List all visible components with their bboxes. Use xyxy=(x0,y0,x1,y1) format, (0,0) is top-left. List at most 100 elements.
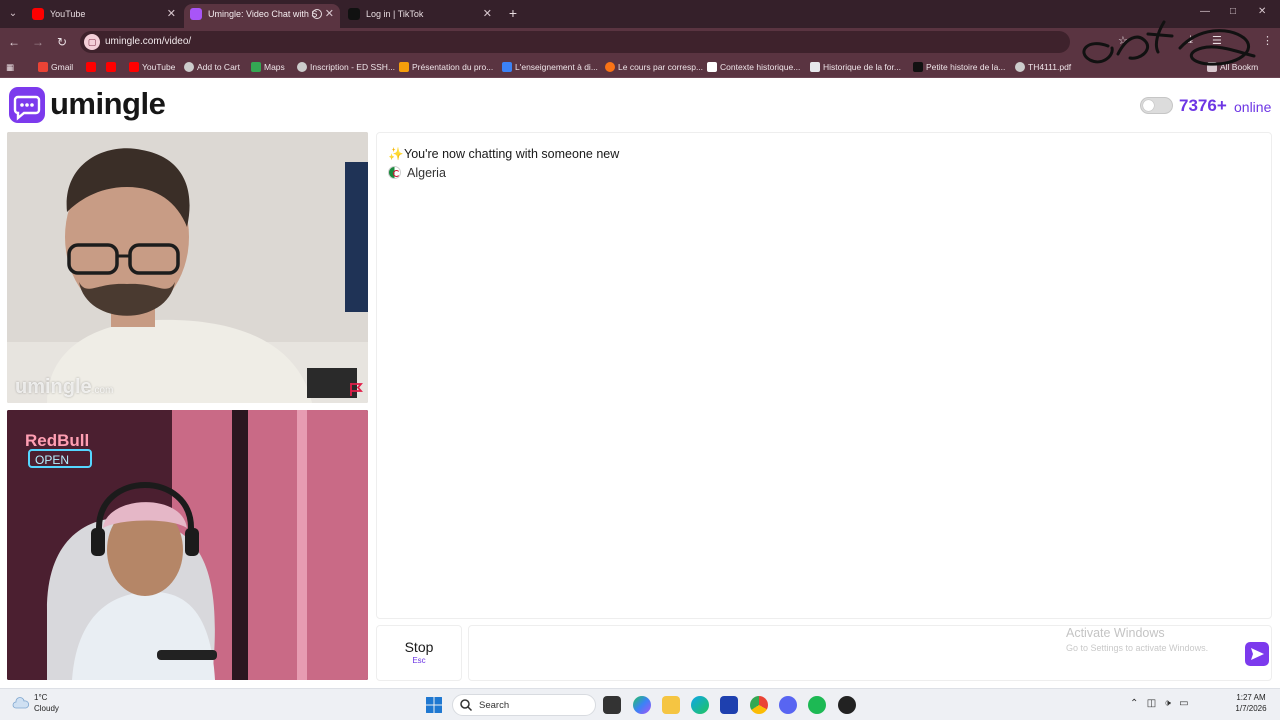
recording-indicator-icon xyxy=(312,9,322,19)
stranger-country: Algeria xyxy=(388,166,446,180)
apps-grid-icon[interactable]: ▦ xyxy=(6,60,14,74)
all-bookmarks[interactable]: All Bookm xyxy=(1207,60,1258,74)
close-window-button[interactable]: ✕ xyxy=(1258,6,1266,17)
b-site-icon xyxy=(810,62,820,72)
file-explorer-icon[interactable] xyxy=(662,696,680,714)
bookmark-gmail[interactable]: Gmail xyxy=(38,60,73,74)
bookmark-cours[interactable]: Le cours par corresp... xyxy=(605,60,703,74)
forward-button[interactable]: → xyxy=(30,34,46,50)
youtube-icon xyxy=(86,62,96,72)
bookmark-presentation[interactable]: Présentation du pro... xyxy=(399,60,493,74)
bookmark-youtube[interactable]: YouTube xyxy=(129,60,175,74)
browser-toolbar: ← → ↻ ▢ umingle.com/video/ ☆ ⤓ ☰ ⋮ xyxy=(0,28,1280,56)
close-tab-icon[interactable]: ✕ xyxy=(325,4,334,24)
bookmark-historique[interactable]: Historique de la for... xyxy=(810,60,901,74)
chrome-icon[interactable] xyxy=(750,696,768,714)
gmail-icon xyxy=(38,62,48,72)
close-tab-icon[interactable]: ✕ xyxy=(167,4,176,24)
site-info-icon[interactable]: ▢ xyxy=(84,34,100,50)
tab-tiktok[interactable]: Log in | TikTok ✕ xyxy=(342,4,498,28)
bookmark-star-icon[interactable]: ☆ xyxy=(1118,34,1128,47)
bookmarks-bar: ▦ Gmail YouTube Add to Cart Maps Inscrip… xyxy=(0,56,1280,78)
algeria-flag-icon xyxy=(388,166,401,179)
tiktok-icon xyxy=(348,8,360,20)
youtube-icon xyxy=(106,62,116,72)
copilot-icon[interactable] xyxy=(633,696,651,714)
toggle-knob xyxy=(1143,100,1154,111)
bookmark-youtube-2[interactable] xyxy=(106,60,119,74)
browser-menu-icon[interactable]: ⋮ xyxy=(1262,34,1273,47)
back-button[interactable]: ← xyxy=(6,34,22,50)
new-tab-button[interactable]: + xyxy=(505,4,521,22)
globe-icon xyxy=(297,62,307,72)
maximize-button[interactable]: □ xyxy=(1230,6,1236,17)
online-label: online xyxy=(1234,99,1272,115)
search-icon xyxy=(460,699,473,712)
maps-icon xyxy=(251,62,261,72)
taskbar-search[interactable]: Search xyxy=(452,694,596,716)
stranger-video-image xyxy=(7,132,368,403)
online-count: 7376+ xyxy=(1179,96,1227,115)
edge-icon[interactable] xyxy=(691,696,709,714)
chat-panel: ✨You're now chatting with someone new Al… xyxy=(376,132,1272,619)
address-bar[interactable]: ▢ umingle.com/video/ xyxy=(80,31,1070,53)
browser-tab-strip: ⌄ YouTube ✕ Umingle: Video Chat with S ✕… xyxy=(0,0,1280,28)
theme-toggle[interactable] xyxy=(1140,97,1173,114)
site-icon xyxy=(605,62,615,72)
system-tray[interactable]: ⌃ ◫ 🕩 ▭ xyxy=(1130,698,1189,709)
spotify-icon[interactable] xyxy=(808,696,826,714)
video-watermark: umingle.com xyxy=(15,376,114,398)
bookmark-contexte[interactable]: Contexte historique... xyxy=(707,60,800,74)
bookmark-maps[interactable]: Maps xyxy=(251,60,285,74)
discord-icon[interactable] xyxy=(779,696,797,714)
tab-title: Umingle: Video Chat with S xyxy=(208,9,318,19)
windows-taskbar: 1°C Cloudy Search ⌃ ◫ 🕩 ▭ 1:27 AM 1/7/20… xyxy=(0,688,1280,720)
tab-umingle[interactable]: Umingle: Video Chat with S ✕ xyxy=(184,4,340,28)
umingle-tab-icon xyxy=(190,8,202,20)
report-flag-icon[interactable] xyxy=(348,381,364,397)
bookmark-inscription[interactable]: Inscription - ED SSH... xyxy=(297,60,395,74)
reload-button[interactable]: ↻ xyxy=(54,34,70,50)
clock-date[interactable]: 1/7/2026 xyxy=(1234,704,1268,713)
youtube-icon xyxy=(32,8,44,20)
minimize-button[interactable]: — xyxy=(1200,6,1210,17)
clock-time[interactable]: 1:27 AM xyxy=(1234,693,1268,702)
send-button[interactable] xyxy=(1245,642,1269,666)
youtube-icon xyxy=(129,62,139,72)
weather-condition: Cloudy xyxy=(34,704,59,713)
app-icon[interactable] xyxy=(838,696,856,714)
umingle-logo-icon[interactable] xyxy=(9,87,45,123)
bookmark-enseignement[interactable]: L'enseignement à di... xyxy=(502,60,598,74)
store-icon[interactable] xyxy=(720,696,738,714)
self-video-feed: RedBull OPEN xyxy=(7,410,368,680)
umingle-page: umingle 7376+ online umingle.com RedBull… xyxy=(0,79,1280,688)
activate-windows-title: Activate Windows xyxy=(1066,626,1165,640)
reading-list-icon[interactable]: ☰ xyxy=(1212,34,1222,47)
bookmark-th4111[interactable]: TH4111.pdf xyxy=(1015,60,1071,74)
address-url: umingle.com/video/ xyxy=(105,36,192,47)
chat-status-message: ✨You're now chatting with someone new xyxy=(388,147,620,161)
weather-temperature: 1°C xyxy=(34,693,48,702)
sparkle-icon: ✨ xyxy=(388,147,404,161)
tab-title: Log in | TikTok xyxy=(366,9,424,19)
folder-icon xyxy=(1207,62,1217,72)
checkmark-icon xyxy=(707,62,717,72)
site-logo-text[interactable]: umingle xyxy=(50,86,166,122)
close-tab-icon[interactable]: ✕ xyxy=(483,4,492,24)
task-view-icon[interactable] xyxy=(603,696,621,714)
stop-button[interactable]: Stop Esc xyxy=(376,625,462,681)
windows-start-icon[interactable] xyxy=(425,696,443,714)
cloud-weather-icon[interactable] xyxy=(12,697,30,709)
site-icon xyxy=(913,62,923,72)
document-icon xyxy=(502,62,512,72)
activate-windows-subtitle: Go to Settings to activate Windows. xyxy=(1066,643,1209,653)
tab-search-menu-button[interactable]: ⌄ xyxy=(4,5,22,23)
bookmark-add-to-cart[interactable]: Add to Cart xyxy=(184,60,240,74)
bookmark-youtube-1[interactable] xyxy=(86,60,99,74)
send-arrow-icon xyxy=(1251,648,1264,660)
download-icon[interactable]: ⤓ xyxy=(1188,34,1193,47)
svg-text:OPEN: OPEN xyxy=(35,453,69,467)
bookmark-petite-histoire[interactable]: Petite histoire de la... xyxy=(913,60,1005,74)
globe-icon xyxy=(184,62,194,72)
tab-youtube[interactable]: YouTube ✕ xyxy=(26,4,182,28)
